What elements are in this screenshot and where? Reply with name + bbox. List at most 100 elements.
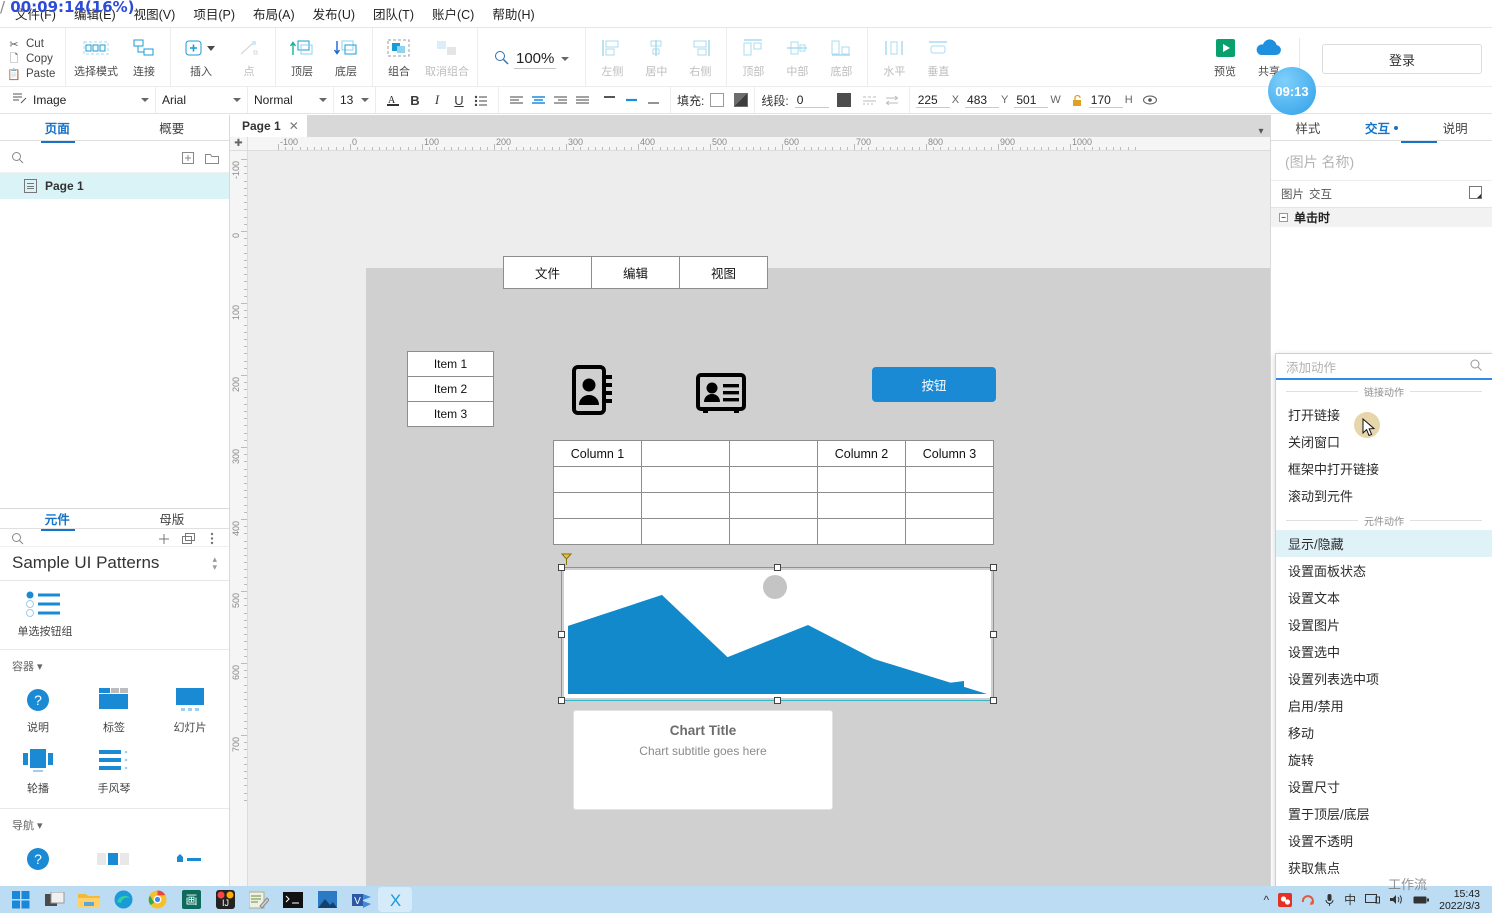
library-item-breadcrumb[interactable] [152,837,228,878]
task-view-icon[interactable] [38,887,72,912]
copy-button[interactable]: 🗋 Copy [8,53,65,66]
selection-box[interactable] [558,564,997,704]
menu-item-help[interactable]: 帮助(H) [483,1,543,26]
library-section-containers-header[interactable]: 容器 ▾ [0,654,229,678]
taskbar-clock[interactable]: 15:43 2022/3/3 [1439,888,1482,912]
align-top-button[interactable]: 顶部 [731,32,775,79]
resize-handle-w[interactable] [558,631,565,638]
resize-handle-se[interactable] [990,697,997,704]
action-set-size[interactable]: 设置尺寸 [1276,773,1492,800]
table-cell[interactable] [553,518,642,545]
library-item-nav-note[interactable]: ? [0,837,76,878]
horizontal-ruler[interactable]: -100 0 100 200 300 400 500 600 700 800 900 1000 [248,137,1270,150]
action-enable-disable[interactable]: 启用/禁用 [1276,692,1492,719]
font-weight-select[interactable]: Normal [248,87,334,113]
align-center-button[interactable]: 居中 [634,32,678,79]
chevron-down-icon[interactable] [361,98,369,102]
align-bottom-button[interactable]: 底部 [819,32,863,79]
widget-name-input[interactable]: (图片 名称) [1271,143,1492,181]
search-icon[interactable] [1470,359,1482,374]
align-text-justify-icon[interactable] [572,90,592,110]
align-right-button[interactable]: 右侧 [678,32,722,79]
library-section-navigation-header[interactable]: 导航 ▾ [0,813,229,837]
design-canvas[interactable]: 文件 编辑 视图 Item 1 Item 2 Item 3 按钮 Column … [248,151,1270,886]
action-rotate[interactable]: 旋转 [1276,746,1492,773]
wechat-icon[interactable] [1278,892,1293,907]
library-item-carousel[interactable]: 轮播 [0,739,76,800]
canvas-widget-table[interactable]: Column 1 Column 2 Column 3 [553,440,994,545]
font-color-icon[interactable]: A [383,90,403,110]
library-item-note[interactable]: ? 说明 [0,678,76,739]
target-icon[interactable] [1469,186,1482,202]
table-cell[interactable] [817,492,906,519]
add-action-dropdown[interactable]: 添加动作 链接动作 打开链接 关闭窗口 框架中打开链接 滚动到元件 元件动作 显… [1275,353,1492,913]
chevron-down-icon[interactable] [561,57,570,61]
table-cell[interactable] [905,518,994,545]
action-set-panel-state[interactable]: 设置面板状态 [1276,557,1492,584]
action-set-list-selection[interactable]: 设置列表选中项 [1276,665,1492,692]
visio-icon[interactable]: V [344,887,378,912]
line-arrow-icon[interactable] [882,90,902,110]
table-cell[interactable] [729,518,818,545]
table-cell[interactable] [553,466,642,493]
chevron-down-icon[interactable] [141,98,149,102]
add-folder-icon[interactable] [205,151,219,165]
login-button[interactable]: 登录 [1322,44,1482,74]
cut-button[interactable]: ✂ Cut [8,38,65,51]
action-focus[interactable]: 获取焦点 [1276,854,1492,881]
microphone-icon[interactable] [1324,893,1335,907]
canvas-widget-chart-card[interactable]: Chart Title Chart subtitle goes here [573,710,833,810]
font-family-select[interactable]: Arial [156,87,248,113]
page-tree-item-page1[interactable]: Page 1 [0,173,229,199]
action-close-window[interactable]: 关闭窗口 [1276,428,1492,455]
italic-button[interactable]: I [427,90,447,110]
fill-color-swatch[interactable] [710,93,725,107]
distribute-horizontal-button[interactable]: 水平 [872,32,916,79]
library-item-slideshow[interactable]: 幻灯片 [152,678,228,739]
resize-handle-sw[interactable] [558,697,565,704]
action-scroll-to-widget[interactable]: 滚动到元件 [1276,482,1492,509]
search-icon[interactable] [10,151,24,165]
search-icon[interactable] [10,532,24,546]
photos-icon[interactable] [310,887,344,912]
line-style-icon[interactable] [860,90,880,110]
action-open-link-in-frame[interactable]: 框架中打开链接 [1276,455,1492,482]
table-header-cell-0[interactable]: Column 1 [553,440,642,467]
valign-top-icon[interactable] [599,90,619,110]
align-text-center-icon[interactable] [528,90,548,110]
action-move[interactable]: 移动 [1276,719,1492,746]
action-show-hide[interactable]: 显示/隐藏 [1276,530,1492,557]
canvas-widget-contact-book[interactable] [572,365,614,418]
file-explorer-icon[interactable] [72,887,106,912]
tab-style[interactable]: 样式 [1271,115,1345,140]
terminal-icon[interactable] [276,887,310,912]
library-item-pagination[interactable] [76,837,152,878]
x-input[interactable] [915,92,950,108]
chevron-down-icon[interactable] [233,98,241,102]
canvas-widget-list[interactable]: Item 1 Item 2 Item 3 [407,351,494,427]
library-item-radio-group[interactable]: 单选按钮组 [0,585,76,641]
table-cell[interactable] [729,492,818,519]
resize-handle-n[interactable] [774,564,781,571]
chevron-down-icon[interactable] [319,98,327,102]
tab-overflow-chevron-down-icon[interactable]: ▾ [1252,126,1270,137]
table-cell[interactable] [905,492,994,519]
page-sheet[interactable]: 文件 编辑 视图 Item 1 Item 2 Item 3 按钮 Column … [366,256,1270,886]
bring-front-button[interactable]: 顶层 [280,32,324,79]
library-item-accordion[interactable]: 手风琴 [76,739,152,800]
tab-interaction[interactable]: 交互 [1345,115,1419,140]
canvas-menu-item-0[interactable]: 文件 [504,257,592,288]
library-selector[interactable]: Sample UI Patterns ▴ ▾ [0,547,229,581]
edge-browser-icon[interactable] [106,887,140,912]
table-cell[interactable] [641,492,730,519]
ungroup-button[interactable]: 取消组合 [421,32,473,79]
ide-icon[interactable]: IJ [208,887,242,912]
table-cell[interactable] [817,518,906,545]
notepad-icon[interactable] [242,887,276,912]
table-cell[interactable] [729,466,818,493]
action-set-text[interactable]: 设置文本 [1276,584,1492,611]
canvas-widget-id-card[interactable] [696,373,746,416]
select-mode-button[interactable]: 选择模式 [70,32,122,79]
distribute-vertical-button[interactable]: 垂直 [916,32,960,79]
action-set-opacity[interactable]: 设置不透明 [1276,827,1492,854]
